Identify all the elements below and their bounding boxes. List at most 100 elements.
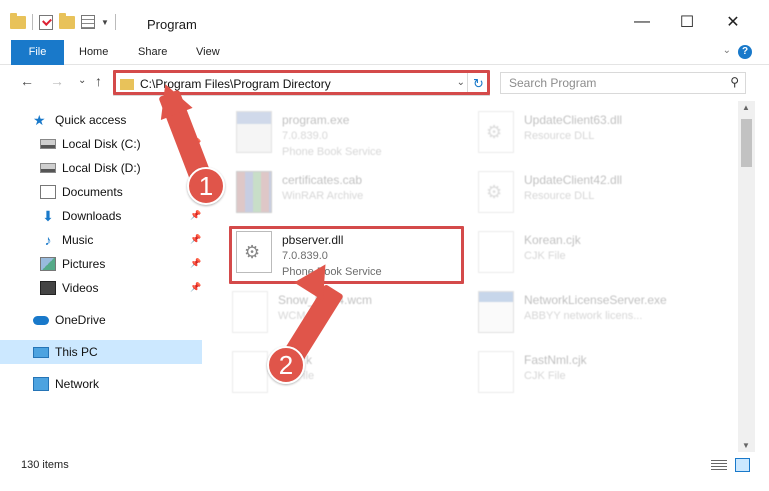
file-item[interactable]: NetworkLicenseServer.exe ABBYY network l…	[478, 291, 728, 347]
sidebar-item-videos[interactable]: Videos 📌	[0, 276, 202, 300]
sidebar-item-label: OneDrive	[55, 313, 106, 327]
file-type: CJK File	[524, 250, 566, 262]
scroll-thumb[interactable]	[741, 119, 752, 167]
pin-icon[interactable]: 📌	[190, 234, 201, 245]
sidebar-item-documents[interactable]: Documents 📌	[0, 180, 202, 204]
file-item[interactable]: Snow_BP14.wcm WCM File	[232, 291, 482, 347]
sidebar-item-local-disk-c[interactable]: Local Disk (C:) 📌	[0, 132, 202, 156]
file-item[interactable]: program.exe 7.0.839.0 Phone Book Service	[236, 111, 486, 167]
drive-icon	[40, 139, 56, 149]
back-button[interactable]: ←	[20, 73, 34, 89]
properties-check-icon[interactable]	[39, 14, 53, 30]
sidebar-item-music[interactable]: ♪ Music 📌	[0, 228, 202, 252]
ribbon-tabs: File Home Share View ⌄ ?	[0, 40, 769, 65]
file-highlight-box	[229, 226, 464, 284]
item-count: 130 items	[21, 459, 69, 471]
sidebar-item-network[interactable]: Network	[0, 372, 202, 396]
file-type: Resource DLL	[524, 130, 595, 142]
divider	[32, 14, 33, 30]
file-item[interactable]: FastNml.cjk CJK File	[478, 351, 728, 407]
file-name: NetworkLicenseServer.exe	[524, 293, 667, 307]
navigation-pane: ★ Quick access Local Disk (C:) 📌 Local D…	[0, 101, 205, 452]
sidebar-item-label: Local Disk (C:)	[62, 137, 141, 151]
help-icon[interactable]: ?	[738, 45, 752, 59]
music-icon: ♪	[44, 232, 52, 248]
file-type: ABBYY network licens...	[524, 310, 643, 322]
callout-badge-2: 2	[267, 346, 305, 384]
sidebar-item-label: Videos	[62, 281, 99, 295]
recent-locations-button[interactable]: ⌄	[78, 75, 86, 86]
tab-home[interactable]: Home	[79, 40, 108, 65]
file-item[interactable]: Korean.cjk CJK File	[478, 231, 728, 287]
file-type: Resource DLL	[524, 190, 595, 202]
folder-icon[interactable]	[10, 12, 26, 29]
sidebar-item-onedrive[interactable]: OneDrive	[0, 308, 202, 332]
computer-icon	[33, 346, 49, 358]
file-description: Phone Book Service	[282, 146, 382, 158]
search-box[interactable]: Search Program ⚲	[500, 72, 746, 94]
file-item[interactable]: UpdateClient63.dll Resource DLL	[478, 111, 728, 167]
documents-icon	[40, 185, 56, 199]
sidebar-item-downloads[interactable]: ⬇ Downloads 📌	[0, 204, 202, 228]
file-name: certificates.cab	[282, 173, 363, 187]
tab-share[interactable]: Share	[138, 40, 167, 65]
maximize-button[interactable]: ☐	[672, 10, 702, 34]
search-icon[interactable]: ⚲	[730, 75, 739, 89]
download-icon: ⬇	[42, 208, 54, 224]
vertical-scrollbar[interactable]: ▲ ▼	[738, 101, 755, 452]
divider	[114, 14, 116, 30]
sidebar-item-label: Pictures	[62, 257, 106, 271]
status-bar: 130 items	[0, 452, 769, 477]
file-icon	[232, 291, 268, 333]
customize-icon[interactable]	[81, 15, 95, 29]
sidebar-item-label: This PC	[55, 345, 98, 359]
tab-file[interactable]: File	[11, 40, 64, 65]
scroll-up-icon[interactable]: ▲	[742, 103, 750, 112]
window-title: Program	[147, 17, 197, 32]
search-input[interactable]: Search Program	[509, 76, 596, 90]
sidebar-item-label: Documents	[62, 185, 123, 199]
cloud-icon	[33, 315, 49, 325]
sidebar-item-local-disk-d[interactable]: Local Disk (D:) 📌	[0, 156, 202, 180]
new-folder-icon[interactable]	[59, 12, 75, 29]
quick-access-toolbar: ▼	[10, 12, 116, 30]
sidebar-item-label: Quick access	[55, 113, 127, 127]
scroll-down-icon[interactable]: ▼	[742, 441, 750, 450]
file-name: Korean.cjk	[524, 233, 581, 247]
dll-icon	[478, 171, 514, 213]
file-name: FastNml.cjk	[524, 353, 587, 367]
tab-view[interactable]: View	[196, 40, 220, 65]
expand-ribbon-icon[interactable]: ⌄	[723, 45, 731, 56]
file-type: WinRAR Archive	[282, 190, 364, 202]
videos-icon	[40, 281, 56, 295]
file-name: program.exe	[282, 113, 350, 127]
pin-icon[interactable]: 📌	[190, 282, 201, 293]
file-item[interactable]: certificates.cab WinRAR Archive	[236, 171, 486, 227]
file-icon	[232, 351, 268, 393]
archive-icon	[236, 171, 272, 213]
sidebar-item-this-pc[interactable]: This PC	[0, 340, 202, 364]
close-button[interactable]: ✕	[718, 10, 748, 34]
file-name: UpdateClient42.dll	[524, 173, 623, 187]
file-item[interactable]: UpdateClient42.dll Resource DLL	[478, 171, 728, 227]
file-icon	[478, 351, 514, 393]
minimize-button[interactable]: —	[627, 10, 657, 34]
sidebar-item-label: Music	[62, 233, 94, 247]
pin-icon[interactable]: 📌	[190, 210, 201, 221]
file-icon	[478, 231, 514, 273]
sidebar-item-pictures[interactable]: Pictures 📌	[0, 252, 202, 276]
pin-icon[interactable]: 📌	[190, 258, 201, 269]
large-icons-view-icon[interactable]	[735, 458, 750, 472]
pictures-icon	[40, 257, 56, 271]
details-view-icon[interactable]	[711, 460, 727, 471]
file-version: 7.0.839.0	[282, 130, 328, 142]
file-name: UpdateClient63.dll	[524, 113, 623, 127]
exe-icon	[236, 111, 272, 153]
callout-badge-1: 1	[187, 167, 225, 205]
sidebar-item-label: Network	[55, 377, 100, 391]
sidebar-item-label: Local Disk (D:)	[62, 161, 141, 175]
title-bar: ▼ Program — ☐ ✕	[0, 0, 769, 44]
chevron-down-icon[interactable]: ▼	[101, 18, 109, 27]
forward-button[interactable]: →	[50, 73, 64, 89]
up-button[interactable]: ↑	[95, 73, 102, 89]
